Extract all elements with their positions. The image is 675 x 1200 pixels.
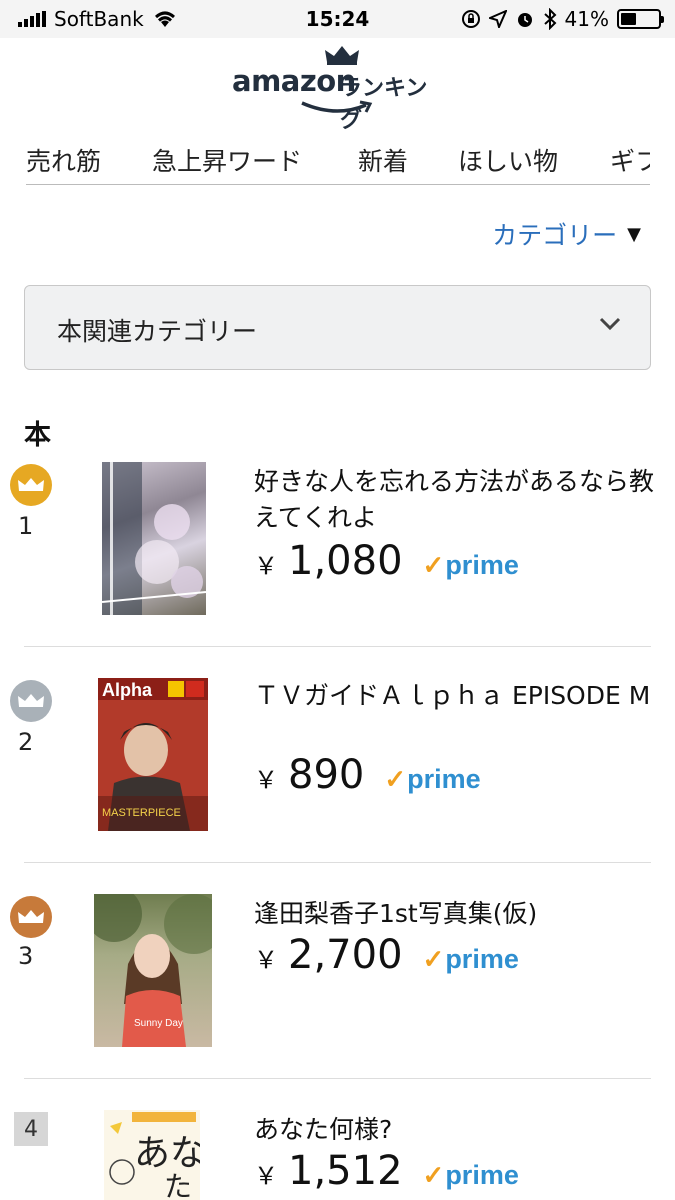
amazon-smile-icon [301, 100, 373, 113]
cover-art: Sunny Day [94, 894, 212, 1047]
svg-text:た: た [164, 1170, 192, 1200]
currency-symbol: ￥ [254, 946, 278, 974]
prime-badge: ✓ prime [423, 550, 519, 581]
logo-wordmark: amazon [232, 64, 356, 98]
bluetooth-icon [543, 8, 556, 30]
rank-number: 2 [18, 728, 34, 756]
price-value: 1,080 [288, 538, 403, 584]
rank-number: 3 [18, 942, 34, 970]
prime-label: prime [445, 550, 519, 580]
battery-icon [617, 9, 664, 29]
dropdown-label: 本関連カテゴリー [57, 317, 258, 346]
crown-icon [18, 910, 44, 923]
status-right: 41% [461, 7, 664, 31]
product-title[interactable]: 逢田梨香子1st写真集(仮) [254, 896, 654, 932]
prime-badge: ✓ prime [384, 764, 480, 795]
alarm-icon [517, 13, 532, 27]
price-value: 890 [288, 752, 365, 798]
battery-percent: 41% [564, 7, 609, 31]
price-value: 1,512 [288, 1148, 403, 1194]
crown-icon [18, 478, 44, 491]
gold-crown-badge [10, 464, 52, 506]
currency-symbol: ￥ [254, 1162, 278, 1190]
book-cover-image[interactable] [102, 462, 206, 615]
tab-new-releases[interactable]: 新着 [358, 142, 408, 178]
prime-badge: ✓ prime [423, 1160, 519, 1191]
cover-art [102, 462, 206, 615]
product-title[interactable]: ＴＶガイドＡｌｐｈａ EPISODE M [254, 678, 654, 714]
currency-symbol: ￥ [254, 552, 278, 580]
crown-icon [325, 46, 359, 65]
book-cover-image[interactable]: Sunny Day [94, 894, 212, 1047]
crown-icon [18, 694, 44, 707]
caret-down-icon: ▼ [627, 223, 641, 245]
prime-label: prime [445, 944, 519, 974]
prime-check-icon: ✓ [384, 764, 407, 794]
silver-crown-badge [10, 680, 52, 722]
cover-art: あな た [109, 1112, 200, 1200]
rank-number-box: 4 [14, 1112, 48, 1146]
prime-check-icon: ✓ [422, 1160, 445, 1190]
price-row: ￥ 1,512 ✓ prime [254, 1148, 519, 1194]
tab-bestsellers[interactable]: 売れ筋 [26, 142, 101, 178]
price-row: ￥ 1,080 ✓ prime [254, 538, 519, 584]
divider [24, 862, 651, 863]
status-bar: SoftBank 15:24 41% [0, 0, 675, 38]
price-row: ￥ 890 ✓ prime [254, 752, 481, 798]
bronze-crown-badge [10, 896, 52, 938]
tab-trending[interactable]: 急上昇ワード [152, 142, 302, 178]
prime-label: prime [407, 764, 481, 794]
category-selector[interactable]: カテゴリー ▼ [492, 216, 641, 252]
rotation-lock-icon [461, 10, 480, 28]
prime-check-icon: ✓ [422, 550, 445, 580]
prime-label: prime [445, 1160, 519, 1190]
price-row: ￥ 2,700 ✓ prime [254, 932, 519, 978]
divider [24, 1078, 651, 1079]
cover-art: Alpha MASTERPIECE [98, 678, 208, 831]
book-cover-image[interactable]: Alpha MASTERPIECE [98, 678, 208, 831]
category-label: カテゴリー [492, 221, 618, 250]
battery-fill [621, 13, 636, 25]
svg-text:Sunny Day: Sunny Day [134, 1018, 183, 1029]
chevron-down-icon [599, 317, 621, 331]
book-cover-image[interactable]: あな た [104, 1110, 200, 1200]
prime-check-icon: ✓ [422, 944, 445, 974]
ranking-tabs: 売れ筋 急上昇ワード 新着 ほしい物 ギフト [26, 140, 650, 185]
product-title[interactable]: 好きな人を忘れる方法があるなら教えてくれよ [254, 464, 654, 536]
prime-badge: ✓ prime [423, 944, 519, 975]
currency-symbol: ￥ [254, 766, 278, 794]
svg-text:Alpha: Alpha [102, 680, 153, 700]
location-icon [488, 10, 507, 28]
tab-wishlist[interactable]: ほしい物 [458, 142, 558, 178]
tab-gift[interactable]: ギフト [610, 142, 650, 178]
product-title[interactable]: あなた何様? [254, 1112, 654, 1148]
related-category-dropdown[interactable]: 本関連カテゴリー [24, 285, 651, 370]
price-value: 2,700 [288, 932, 403, 978]
amazon-ranking-logo[interactable]: amazon ランキング [228, 44, 448, 133]
section-title: 本 [24, 420, 51, 451]
rank-number: 1 [18, 512, 34, 540]
svg-text:あな: あな [134, 1133, 200, 1174]
svg-text:MASTERPIECE: MASTERPIECE [102, 807, 181, 819]
divider [24, 646, 651, 647]
